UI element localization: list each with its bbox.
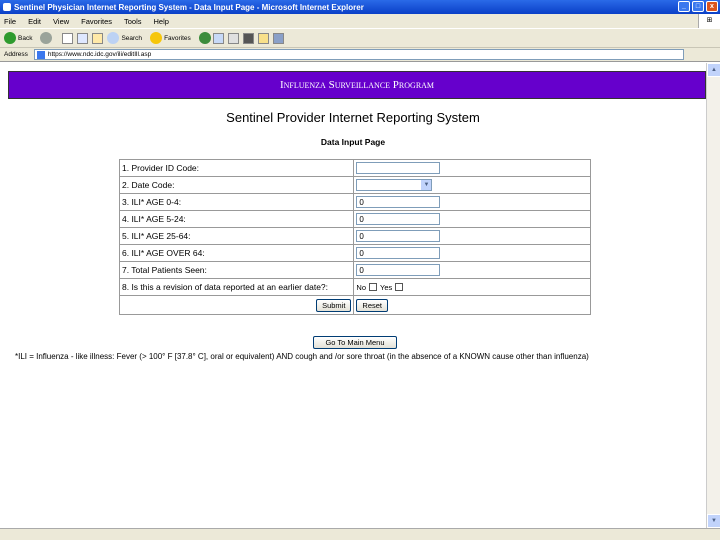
- scroll-down-icon[interactable]: ▼: [707, 514, 720, 528]
- submit-button[interactable]: Submit: [316, 298, 352, 312]
- form-row: 1. Provider ID Code:: [118, 159, 591, 177]
- data-input-form: 1. Provider ID Code: 2. Date Code: ▼ 3. …: [118, 159, 591, 315]
- form-row: 2. Date Code: ▼: [118, 176, 591, 194]
- ili-age-5-24-input[interactable]: 0: [356, 213, 441, 225]
- program-banner: Influenza Surveillance Program: [8, 71, 706, 99]
- window-title: Sentinel Physician Internet Reporting Sy…: [14, 2, 364, 12]
- total-patients-input[interactable]: 0: [356, 264, 441, 276]
- date-code-select[interactable]: ▼: [356, 179, 433, 191]
- maximize-button[interactable]: □: [692, 1, 704, 12]
- address-url: https://www.ndc.idc.gov/ili/editIll.asp: [47, 51, 152, 58]
- star-icon: [150, 32, 163, 44]
- revision-options: No Yes: [356, 283, 588, 292]
- form-row: 4. ILI* AGE 5-24: 0: [118, 210, 591, 228]
- chevron-down-icon: ▼: [421, 180, 432, 190]
- stop-icon[interactable]: [62, 32, 74, 44]
- browser-toolbar: Back Search Favorites: [0, 28, 720, 48]
- favorites-label: Favorites: [164, 34, 191, 42]
- ili-age-over-64-input[interactable]: 0: [356, 247, 441, 259]
- folder-icon[interactable]: [257, 32, 269, 44]
- ili-footnote: *ILI = Influenza - like illness: Fever (…: [15, 352, 589, 361]
- ie-icon: [3, 3, 11, 11]
- address-label: Address: [4, 51, 28, 58]
- field-label: 8. Is this a revision of data reported a…: [118, 278, 355, 296]
- field-label: 2. Date Code:: [118, 176, 355, 194]
- form-row: 6. ILI* AGE OVER 64: 0: [118, 244, 591, 262]
- page-subtitle: Data Input Page: [320, 137, 386, 147]
- form-actions-row: Submit Reset: [118, 295, 591, 315]
- field-label: 4. ILI* AGE 5-24:: [118, 210, 355, 228]
- forward-arrow-icon: [40, 32, 53, 44]
- menu-help[interactable]: Help: [154, 17, 169, 26]
- favorites-button[interactable]: Favorites: [150, 32, 191, 44]
- refresh-icon[interactable]: [77, 32, 89, 44]
- field-label: 1. Provider ID Code:: [118, 159, 355, 177]
- form-row: 7. Total Patients Seen: 0: [118, 261, 591, 279]
- address-bar: Address https://www.ndc.idc.gov/ili/edit…: [0, 48, 720, 62]
- back-label: Back: [18, 34, 33, 42]
- menu-favorites[interactable]: Favorites: [81, 17, 112, 26]
- form-row: 3. ILI* AGE 0-4: 0: [118, 193, 591, 211]
- window-titlebar: Sentinel Physician Internet Reporting Sy…: [0, 0, 720, 14]
- form-row: 5. ILI* AGE 25-64: 0: [118, 227, 591, 245]
- back-button[interactable]: Back: [4, 32, 32, 44]
- ili-age-0-4-input[interactable]: 0: [356, 196, 441, 208]
- windows-logo-icon: ⊞: [698, 14, 720, 28]
- close-button[interactable]: x: [706, 1, 718, 12]
- messenger-icon[interactable]: [272, 32, 284, 44]
- revision-no-checkbox[interactable]: [369, 283, 378, 291]
- media-icon[interactable]: [198, 32, 211, 44]
- revision-yes-label: Yes: [380, 282, 393, 292]
- form-row: 8. Is this a revision of data reported a…: [118, 278, 591, 296]
- page-title: Sentinel Provider Internet Reporting Sys…: [226, 110, 480, 125]
- menu-edit[interactable]: Edit: [28, 17, 41, 26]
- menu-bar: File Edit View Favorites Tools Help ⊞: [0, 14, 720, 28]
- page-content: Influenza Surveillance Program Sentinel …: [0, 63, 706, 528]
- status-bar: [0, 528, 720, 540]
- ili-age-25-64-input[interactable]: 0: [356, 230, 441, 242]
- field-label: 7. Total Patients Seen:: [118, 261, 355, 279]
- scroll-up-icon[interactable]: ▲: [707, 63, 720, 77]
- page-icon: [36, 50, 45, 59]
- field-label: 6. ILI* AGE OVER 64:: [118, 244, 355, 262]
- forward-button[interactable]: [40, 32, 54, 44]
- provider-id-input[interactable]: [356, 162, 441, 174]
- back-arrow-icon: [4, 32, 16, 44]
- menu-file[interactable]: File: [4, 17, 16, 26]
- menu-tools[interactable]: Tools: [124, 17, 142, 26]
- vertical-scrollbar[interactable]: ▲ ▼: [706, 63, 720, 528]
- history-icon[interactable]: [212, 32, 224, 44]
- main-menu-button[interactable]: Go To Main Menu: [313, 336, 397, 349]
- print-icon[interactable]: [242, 32, 254, 44]
- minimize-button[interactable]: _: [678, 1, 690, 12]
- address-input[interactable]: https://www.ndc.idc.gov/ili/editIll.asp: [33, 49, 684, 60]
- menu-view[interactable]: View: [53, 17, 69, 26]
- window-controls: _ □ x: [678, 1, 718, 12]
- mail-icon[interactable]: [227, 32, 239, 44]
- field-label: 3. ILI* AGE 0-4:: [118, 193, 355, 211]
- revision-yes-checkbox[interactable]: [395, 283, 404, 291]
- search-button[interactable]: Search: [107, 32, 142, 44]
- revision-no-label: No: [356, 282, 367, 292]
- home-icon[interactable]: [92, 32, 104, 44]
- search-label: Search: [121, 34, 143, 42]
- field-label: 5. ILI* AGE 25-64:: [118, 227, 355, 245]
- search-icon: [107, 32, 120, 44]
- reset-button[interactable]: Reset: [356, 298, 389, 312]
